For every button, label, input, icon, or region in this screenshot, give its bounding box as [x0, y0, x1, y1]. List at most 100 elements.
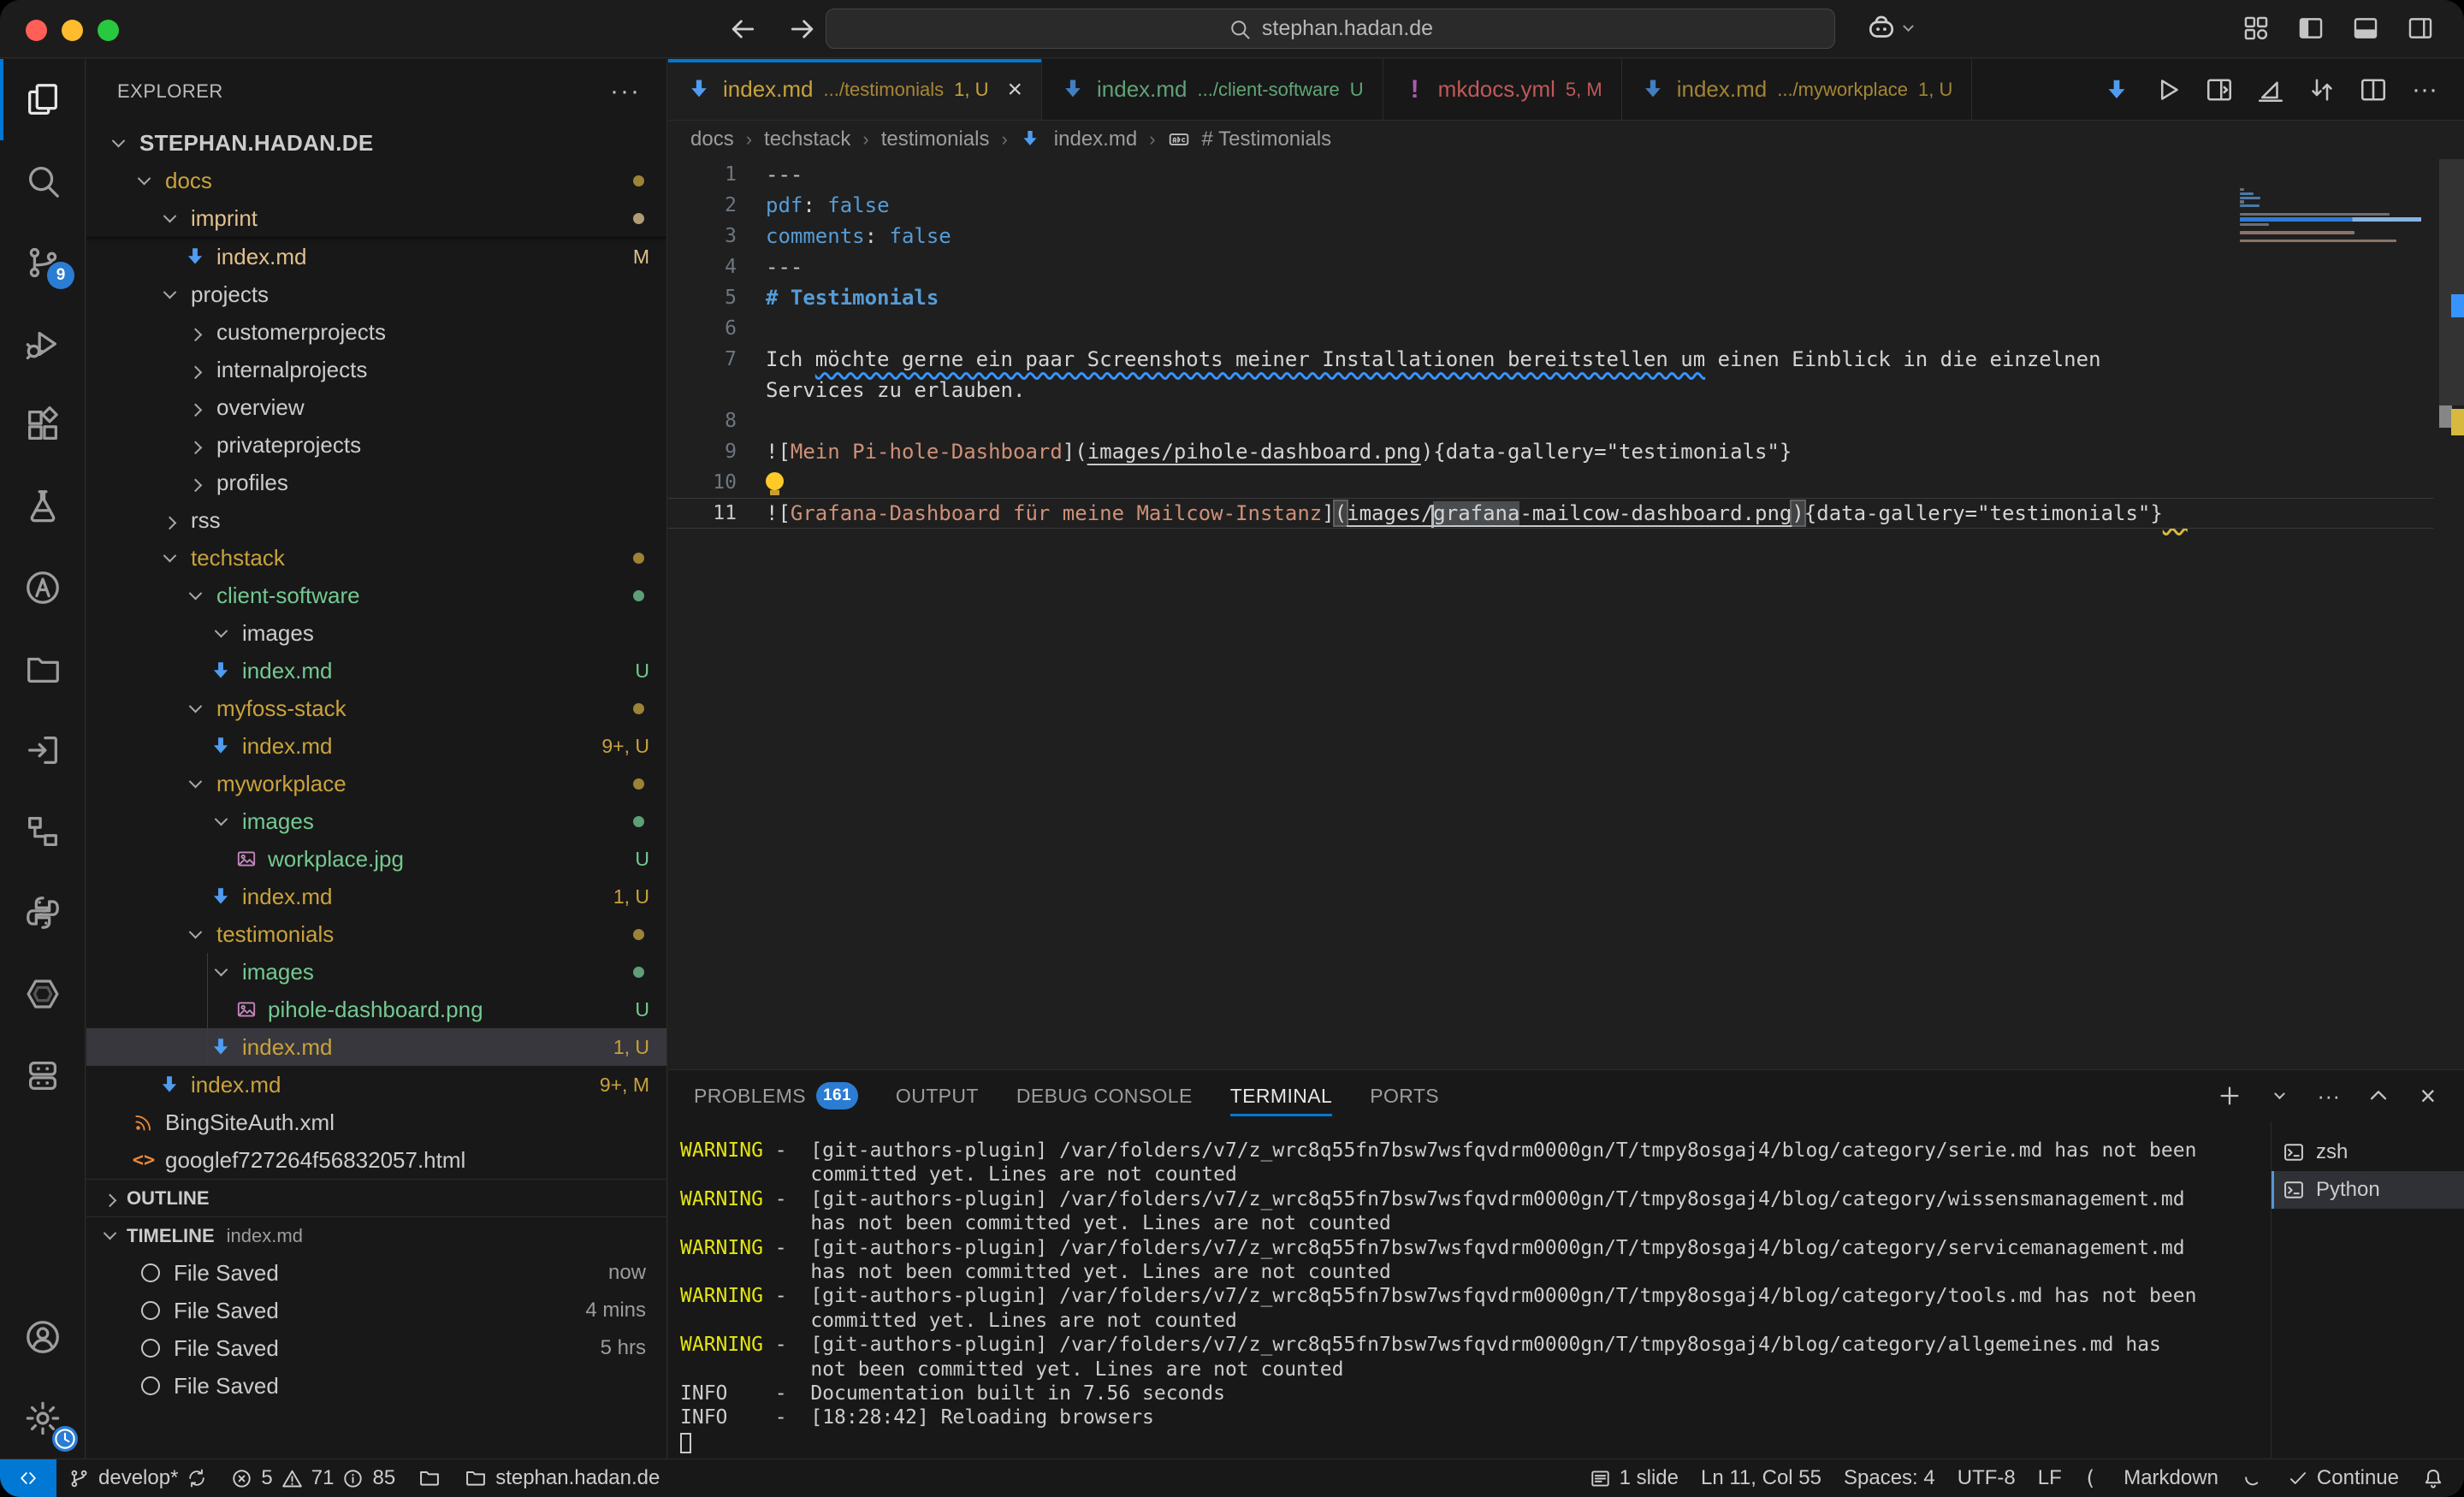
minimize-window-button[interactable] [62, 20, 83, 41]
close-window-button[interactable] [26, 20, 47, 41]
timeline-item[interactable]: File Saved [86, 1367, 666, 1405]
tab-index.md[interactable]: index.md.../client-softwareU [1042, 59, 1383, 120]
tree-item-images[interactable]: images [86, 614, 666, 652]
timeline-section-header[interactable]: TIMELINE index.md [86, 1216, 666, 1254]
slide-count-button[interactable]: 1 slide [1578, 1459, 1690, 1497]
account-activity-button[interactable] [0, 1296, 85, 1377]
tree-item-index.md[interactable]: index.md9+, M [86, 1066, 666, 1104]
search-activity-button[interactable] [0, 140, 85, 222]
testing-activity-button[interactable] [0, 465, 85, 547]
code-editor[interactable]: 1---2pdf: false3comments: false4---5# Te… [668, 159, 2464, 1069]
chat-activity-button[interactable] [0, 1034, 85, 1115]
tree-item-projects[interactable]: projects [86, 275, 666, 313]
outline-section-header[interactable]: OUTLINE [86, 1179, 666, 1216]
python-activity-button[interactable] [0, 872, 85, 953]
panel-tab-output[interactable]: OUTPUT [896, 1070, 979, 1121]
git-branch-button[interactable]: develop* [56, 1459, 219, 1497]
toggle-sidebar-left-icon[interactable] [2296, 14, 2325, 43]
tree-item-index.md[interactable]: index.mdM [86, 238, 666, 275]
panel-tab-ports[interactable]: PORTS [1370, 1070, 1439, 1121]
indentation-button[interactable]: Spaces: 4 [1833, 1459, 1946, 1497]
extensions-activity-button[interactable] [0, 384, 85, 465]
source-control-activity-button[interactable]: 9 [0, 222, 85, 303]
tree-item-workplace.jpg[interactable]: workplace.jpgU [86, 840, 666, 878]
tree-item-index.md[interactable]: index.md1, U [86, 878, 666, 915]
run-button-icon[interactable] [2153, 74, 2183, 105]
copilot-menu-button[interactable] [1865, 12, 1912, 44]
tree-item-testimonials[interactable]: testimonials [86, 915, 666, 953]
timeline-item[interactable]: File Saved4 mins [86, 1292, 666, 1329]
breadcrumb-item[interactable]: testimonials [881, 127, 990, 151]
maximize-panel-icon[interactable] [2365, 1082, 2392, 1109]
tree-item-pihole-dashboard.png[interactable]: pihole-dashboard.pngU [86, 991, 666, 1028]
tree-item-internalprojects[interactable]: internalprojects [86, 351, 666, 388]
exit-activity-button[interactable] [0, 709, 85, 790]
eol-button[interactable]: LF [2027, 1459, 2073, 1497]
toggle-panel-icon[interactable] [2351, 14, 2380, 43]
tab-index.md[interactable]: index.md.../testimonials1, U× [668, 59, 1042, 120]
timeline-item[interactable]: File Savednow [86, 1254, 666, 1292]
files-activity-button[interactable] [0, 59, 85, 140]
close-icon[interactable]: × [1007, 75, 1022, 104]
lightbulb-icon[interactable] [766, 472, 784, 490]
workspace-button[interactable]: stephan.hadan.de [453, 1459, 671, 1497]
new-terminal-icon[interactable] [2216, 1082, 2243, 1109]
open-preview-side-icon[interactable] [2204, 74, 2235, 105]
tab-index.md[interactable]: index.md.../myworkplace1, U [1622, 59, 1973, 120]
tree-item-techstack[interactable]: techstack [86, 539, 666, 577]
command-center-search[interactable]: stephan.hadan.de [826, 9, 1835, 49]
tree-item-client-software[interactable]: client-software [86, 577, 666, 614]
tree-item-googlef727264f56832057.html[interactable]: <>googlef727264f56832057.html [86, 1141, 666, 1179]
tree-item-profiles[interactable]: profiles [86, 464, 666, 501]
notifications-button[interactable] [2410, 1459, 2464, 1497]
tree-item-images[interactable]: images [86, 802, 666, 840]
more-actions-icon[interactable]: ··· [2409, 74, 2440, 105]
navigate-back-icon[interactable] [726, 12, 760, 46]
tree-item-rss[interactable]: rss [86, 501, 666, 539]
terminal-dropdown-icon[interactable] [2266, 1082, 2293, 1109]
editor-scrollbar[interactable] [2439, 159, 2464, 1069]
open-changes-icon[interactable] [2307, 74, 2337, 105]
tree-item-customerprojects[interactable]: customerprojects [86, 313, 666, 351]
tree-item-myworkplace[interactable]: myworkplace [86, 765, 666, 802]
terminal-instance-python[interactable]: Python [2272, 1171, 2464, 1209]
panel-tab-debug-console[interactable]: DEBUG CONSOLE [1016, 1070, 1193, 1121]
run-debug-activity-button[interactable] [0, 303, 85, 384]
tree-item-images[interactable]: images [86, 953, 666, 991]
language-mode-button[interactable]: ( Markdown [2073, 1459, 2230, 1497]
settings-activity-button[interactable] [0, 1377, 85, 1459]
zoom-window-button[interactable] [98, 20, 119, 41]
tree-item-myfoss-stack[interactable]: myfoss-stack [86, 689, 666, 727]
more-actions-icon[interactable]: ··· [2315, 1082, 2343, 1109]
toggle-sidebar-right-icon[interactable] [2406, 14, 2435, 43]
hierarchy-activity-button[interactable] [0, 790, 85, 872]
hexagon-activity-button[interactable] [0, 953, 85, 1034]
panel-tab-problems[interactable]: PROBLEMS161 [694, 1070, 858, 1121]
tree-item-imprint[interactable]: imprint [86, 199, 666, 237]
terminal-instance-zsh[interactable]: zsh [2272, 1133, 2464, 1171]
tree-item-stephan.hadan.de[interactable]: STEPHAN.HADAN.DE [86, 124, 666, 162]
breadcrumb-item[interactable]: index.md [1054, 127, 1137, 151]
ansible-activity-button[interactable] [0, 547, 85, 628]
more-actions-icon[interactable]: ··· [610, 87, 641, 96]
navigate-forward-icon[interactable] [785, 12, 820, 46]
minimap[interactable] [2240, 188, 2438, 244]
continue-button[interactable]: Continue [2276, 1459, 2410, 1497]
customize-layout-icon[interactable] [2242, 14, 2271, 43]
breadcrumb-item[interactable]: techstack [764, 127, 850, 151]
tree-item-bingsiteauth.xml[interactable]: BingSiteAuth.xml [86, 1104, 666, 1141]
tree-item-index.md[interactable]: index.md1, U [86, 1028, 666, 1066]
timeline-item[interactable]: File Saved5 hrs [86, 1329, 666, 1367]
folder-button[interactable] [406, 1459, 453, 1497]
encoding-button[interactable]: UTF-8 [1946, 1459, 2027, 1497]
split-editor-icon[interactable] [2358, 74, 2389, 105]
tree-item-index.md[interactable]: index.mdU [86, 652, 666, 689]
tree-item-docs[interactable]: docs [86, 162, 666, 199]
tree-item-privateprojects[interactable]: privateprojects [86, 426, 666, 464]
breadcrumb-item[interactable]: docs [690, 127, 734, 151]
cursor-position-button[interactable]: Ln 11, Col 55 [1690, 1459, 1833, 1497]
tree-item-overview[interactable]: overview [86, 388, 666, 426]
markdown-preview-icon[interactable] [2255, 74, 2286, 105]
remote-indicator-button[interactable] [0, 1459, 56, 1497]
problems-button[interactable]: 5 71 85 [219, 1459, 406, 1497]
